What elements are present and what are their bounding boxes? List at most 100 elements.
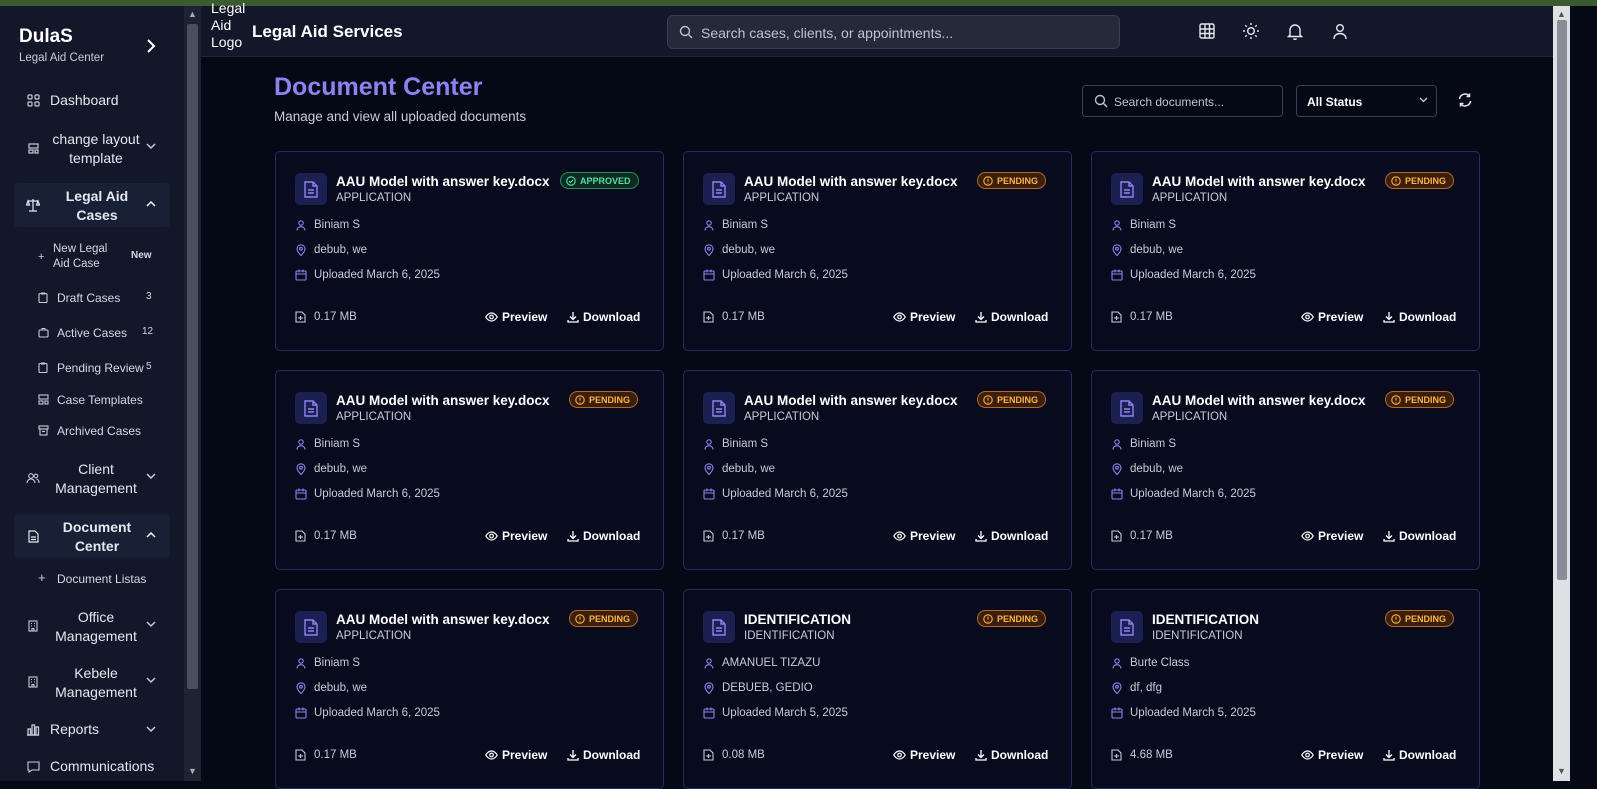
download-icon bbox=[975, 311, 987, 323]
sidebar-sub-active-cases[interactable]: Active Cases 12 bbox=[38, 325, 156, 341]
sidebar-item-legal-aid-cases[interactable]: Legal Aid Cases bbox=[14, 183, 170, 227]
sidebar-item-dashboard[interactable]: Dashboard bbox=[0, 88, 172, 112]
preview-button[interactable]: Preview bbox=[1301, 748, 1363, 762]
sidebar-sub-case-templates[interactable]: Case Templates bbox=[38, 392, 156, 408]
user-icon[interactable] bbox=[1331, 22, 1349, 40]
document-search[interactable] bbox=[1082, 85, 1283, 117]
document-title[interactable]: AAU Model with answer key.docx bbox=[744, 174, 958, 189]
sidebar-item-document-center[interactable]: Document Center bbox=[14, 514, 170, 558]
file-icon bbox=[295, 611, 327, 643]
document-search-input[interactable] bbox=[1114, 93, 1274, 111]
sun-icon[interactable] bbox=[1242, 22, 1260, 40]
sidebar-sub-archived-cases[interactable]: Archived Cases bbox=[38, 423, 156, 439]
client-name: Biniam S bbox=[314, 219, 361, 231]
preview-button[interactable]: Preview bbox=[1301, 529, 1363, 543]
sidebar-item-office-management[interactable]: Office Management bbox=[0, 606, 172, 646]
client-name: Biniam S bbox=[314, 657, 361, 669]
document-title[interactable]: AAU Model with answer key.docx bbox=[1152, 393, 1366, 408]
preview-button[interactable]: Preview bbox=[893, 748, 955, 762]
document-location: debub, we bbox=[703, 244, 775, 256]
upload-date-text: Uploaded March 6, 2025 bbox=[314, 707, 440, 719]
document-card: AAU Model with answer key.docx APPLICATI… bbox=[1091, 151, 1480, 351]
status-filter-select[interactable]: All Status bbox=[1296, 85, 1437, 117]
sidebar-scroll-thumb[interactable] bbox=[187, 24, 198, 689]
sidebar-sub-draft-cases[interactable]: Draft Cases 3 bbox=[38, 290, 156, 306]
scroll-down-arrow[interactable]: ▼ bbox=[1557, 766, 1566, 776]
sidebar-item-reports[interactable]: Reports bbox=[0, 717, 172, 741]
download-button[interactable]: Download bbox=[1383, 748, 1456, 762]
upload-date-text: Uploaded March 6, 2025 bbox=[1130, 488, 1256, 500]
bell-icon[interactable] bbox=[1286, 22, 1304, 41]
document-type: APPLICATION bbox=[1152, 411, 1228, 423]
preview-button[interactable]: Preview bbox=[893, 529, 955, 543]
document-title[interactable]: AAU Model with answer key.docx bbox=[1152, 174, 1366, 189]
document-location: debub, we bbox=[295, 682, 367, 694]
sidebar-sub-pending-review[interactable]: Pending Review 5 bbox=[38, 360, 156, 376]
sidebar-item-layout[interactable]: change layout template bbox=[0, 128, 172, 168]
chevron-down-icon bbox=[146, 676, 156, 687]
file-size-icon bbox=[703, 749, 715, 761]
document-title[interactable]: AAU Model with answer key.docx bbox=[744, 393, 958, 408]
sidebar-toggle-button[interactable] bbox=[146, 39, 156, 58]
location-text: debub, we bbox=[722, 463, 776, 475]
file-size-icon bbox=[1111, 311, 1123, 323]
location-text: debub, we bbox=[314, 244, 368, 256]
download-icon bbox=[1383, 311, 1395, 323]
download-button[interactable]: Download bbox=[975, 310, 1048, 324]
global-search[interactable] bbox=[667, 15, 1120, 49]
sidebar-sub-label: Case Templates bbox=[57, 393, 143, 407]
upload-date-text: Uploaded March 6, 2025 bbox=[722, 269, 848, 281]
preview-button[interactable]: Preview bbox=[485, 310, 547, 324]
document-location: debub, we bbox=[1111, 244, 1183, 256]
brand-name: DulaS bbox=[19, 26, 73, 47]
sidebar-item-client-management[interactable]: Client Management bbox=[0, 458, 172, 498]
preview-button[interactable]: Preview bbox=[893, 310, 955, 324]
download-button[interactable]: Download bbox=[1383, 529, 1456, 543]
refresh-button[interactable] bbox=[1457, 92, 1473, 108]
preview-label: Preview bbox=[1318, 310, 1364, 324]
document-upload-date: Uploaded March 6, 2025 bbox=[295, 707, 440, 719]
document-card: AAU Model with answer key.docx APPLICATI… bbox=[683, 370, 1072, 570]
status-text: APPROVED bbox=[580, 175, 631, 186]
sidebar-sub-new-case[interactable]: + New Legal Aid Case New bbox=[38, 242, 156, 274]
document-title[interactable]: IDENTIFICATION bbox=[744, 612, 851, 627]
document-title[interactable]: AAU Model with answer key.docx bbox=[336, 612, 550, 627]
scroll-down-arrow[interactable]: ▼ bbox=[188, 766, 197, 776]
document-title[interactable]: IDENTIFICATION bbox=[1152, 612, 1259, 627]
preview-button[interactable]: Preview bbox=[1301, 310, 1363, 324]
global-search-input[interactable] bbox=[701, 23, 1101, 43]
sidebar-item-communications[interactable]: Communications bbox=[0, 755, 172, 779]
status-badge: PENDING bbox=[977, 391, 1047, 408]
download-icon bbox=[567, 311, 579, 323]
preview-button[interactable]: Preview bbox=[485, 529, 547, 543]
document-title[interactable]: AAU Model with answer key.docx bbox=[336, 393, 550, 408]
status-text: PENDING bbox=[1405, 175, 1447, 186]
document-size: 0.17 MB bbox=[703, 311, 765, 323]
scroll-up-arrow[interactable]: ▲ bbox=[188, 9, 197, 19]
plus-icon: + bbox=[38, 251, 45, 263]
search-icon bbox=[1094, 94, 1108, 113]
sidebar-item-label: Reports bbox=[50, 721, 100, 737]
download-button[interactable]: Download bbox=[567, 310, 640, 324]
calendar-icon bbox=[1111, 269, 1123, 281]
download-button[interactable]: Download bbox=[567, 529, 640, 543]
sidebar-sub-document-list[interactable]: + Document Listas bbox=[38, 570, 156, 587]
user-icon bbox=[1111, 657, 1123, 669]
client-name: Biniam S bbox=[722, 438, 769, 450]
size-text: 0.17 MB bbox=[314, 749, 357, 761]
download-label: Download bbox=[1399, 310, 1457, 324]
alert-circle-icon bbox=[983, 613, 993, 624]
document-client: Burte Class bbox=[1111, 657, 1189, 669]
document-title[interactable]: AAU Model with answer key.docx bbox=[336, 174, 550, 189]
scroll-up-arrow[interactable]: ▲ bbox=[1557, 9, 1566, 19]
document-client: Biniam S bbox=[1111, 438, 1176, 450]
page-scroll-thumb[interactable] bbox=[1557, 20, 1567, 580]
download-button[interactable]: Download bbox=[567, 748, 640, 762]
map-pin-icon bbox=[703, 244, 715, 256]
download-button[interactable]: Download bbox=[975, 748, 1048, 762]
preview-button[interactable]: Preview bbox=[485, 748, 547, 762]
apps-grid-icon[interactable] bbox=[1198, 22, 1216, 40]
download-button[interactable]: Download bbox=[975, 529, 1048, 543]
sidebar-item-kebele-management[interactable]: Kebele Management bbox=[0, 662, 172, 702]
download-button[interactable]: Download bbox=[1383, 310, 1456, 324]
